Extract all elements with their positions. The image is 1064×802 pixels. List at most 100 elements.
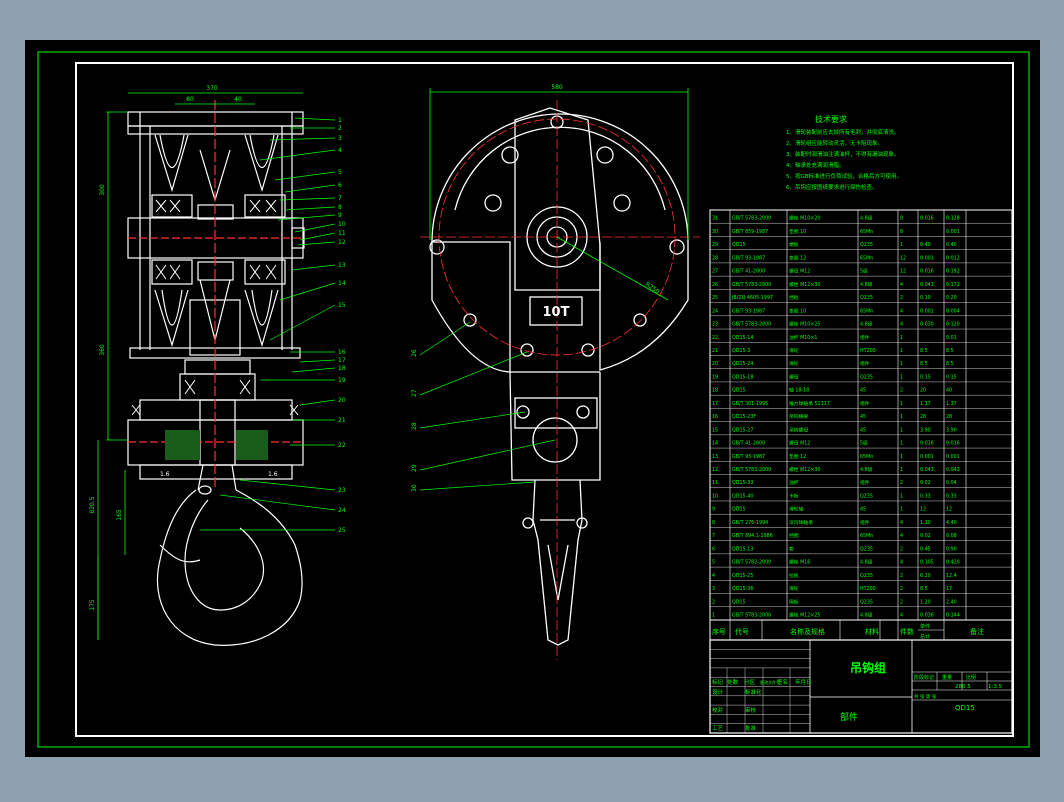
parts-cell: 4.40 xyxy=(946,520,957,526)
parts-cell: 滑轮 xyxy=(789,360,799,367)
parts-cell: 0.90 xyxy=(946,546,957,552)
parts-cell: 挡圈 xyxy=(789,532,799,539)
parts-cell: QD15-27 xyxy=(732,427,753,433)
parts-cell: 0.08 xyxy=(946,533,957,539)
parts-cell: 螺栓 M12×25 xyxy=(789,612,821,619)
parts-cell: GB/T 41-2000 xyxy=(732,441,765,447)
cad-window: 370 80 40 300 360 820.5 165 175 1.6 1.6 123456789… xyxy=(0,0,1064,798)
parts-cell: 25 xyxy=(712,295,718,301)
parts-cell: GB/T 93-1987 xyxy=(732,308,765,314)
stage-label: 比例 xyxy=(966,674,976,681)
parts-cell: 推力球轴承 51317 xyxy=(789,400,830,407)
parts-cell: 0.016 xyxy=(920,269,934,275)
parts-cell: 15 xyxy=(712,427,718,433)
part-number: 16 xyxy=(338,349,346,356)
part-number: 11 xyxy=(338,230,346,237)
parts-cell: 28 xyxy=(946,414,952,420)
title-block-label: 分区 xyxy=(744,678,756,686)
parts-cell: 1.20 xyxy=(920,599,931,605)
dimension-label: 300 xyxy=(99,184,106,196)
parts-cell: 4 xyxy=(900,560,903,566)
parts-cell: 螺栓 M16 xyxy=(789,559,810,566)
parts-cell: 0.10 xyxy=(920,295,931,301)
parts-cell: QD15 xyxy=(732,242,746,248)
parts-cell: 2 xyxy=(712,599,715,605)
parts-cell: 65Mn xyxy=(860,533,873,539)
parts-cell: 11 xyxy=(712,480,718,486)
parts-header-cell: 备注 xyxy=(970,627,984,636)
surface-mark: 1.6 xyxy=(268,471,278,478)
title-block-label: 批准 xyxy=(745,724,757,732)
parts-cell: Q235 xyxy=(860,573,873,579)
part-number: 24 xyxy=(338,507,346,514)
parts-cell: 垫圈 12 xyxy=(789,453,806,460)
parts-cell: QD15-13 xyxy=(732,546,753,552)
tech-req-line: 4、轴承处充满润滑脂。 xyxy=(786,161,845,169)
parts-cell: 8.5 xyxy=(920,361,928,367)
parts-cell: 30 xyxy=(712,229,718,235)
parts-cell: 45 xyxy=(860,388,866,394)
parts-cell: 吊钩螺母 xyxy=(789,426,808,433)
dimension-label: 165 xyxy=(116,509,123,521)
parts-cell: 0.04 xyxy=(946,480,957,486)
parts-cell: 隔板 xyxy=(789,598,799,605)
parts-cell: QD15-18 xyxy=(732,374,753,380)
parts-cell: GB/T 301-1995 xyxy=(732,401,768,407)
parts-cell: 65Mn xyxy=(860,308,873,314)
parts-cell: 1 xyxy=(900,414,903,420)
parts-cell: GB/T 5783-2000 xyxy=(732,216,771,222)
part-number: 28 xyxy=(411,422,418,430)
parts-cell: 4 xyxy=(900,322,903,328)
parts-cell: 4 xyxy=(900,308,903,314)
parts-cell: 0.004 xyxy=(946,308,960,314)
parts-cell: 0.45 xyxy=(920,546,931,552)
parts-cell: Q235 xyxy=(860,493,873,499)
parts-cell: 组件 xyxy=(860,519,870,526)
parts-cell: 0.192 xyxy=(946,269,960,275)
parts-cell: 螺栓 M10×20 xyxy=(789,215,821,222)
part-label: 部件 xyxy=(840,711,858,723)
parts-cell: 45 xyxy=(860,507,866,513)
parts-cell: 2.40 xyxy=(946,599,957,605)
part-number: 8 xyxy=(338,204,342,211)
parts-cell: 21 xyxy=(712,348,718,354)
parts-cell: 0.016 xyxy=(920,216,934,222)
part-number: 20 xyxy=(338,397,346,404)
parts-cell: 0.33 xyxy=(946,493,957,499)
parts-cell: 油杯 M10×1 xyxy=(789,334,817,341)
part-number: 12 xyxy=(338,239,346,246)
parts-cell: 1 xyxy=(900,348,903,354)
part-number: 21 xyxy=(338,417,346,424)
part-number: 15 xyxy=(338,302,346,309)
tech-req-line: 1、滑轮装配前应去掉所有毛刺，并彻底清洗。 xyxy=(786,128,900,136)
parts-cell: 螺栓 M12×30 xyxy=(789,281,821,288)
parts-cell: 12 xyxy=(900,255,906,261)
parts-cell: 31 xyxy=(712,216,718,222)
parts-cell: 9 xyxy=(712,507,715,513)
parts-cell: 螺母 xyxy=(789,373,799,380)
parts-cell: QD15-40 xyxy=(732,493,753,499)
parts-header-cell: 总计 xyxy=(920,633,930,640)
part-number: 23 xyxy=(338,487,346,494)
parts-cell: 组件 xyxy=(860,334,870,341)
parts-cell: 14 xyxy=(712,441,718,447)
parts-cell: 0.128 xyxy=(946,216,960,222)
surface-mark: 1.6 xyxy=(160,471,170,478)
parts-cell: 螺母 M12 xyxy=(789,268,810,275)
parts-cell: 吊钩横梁 xyxy=(789,413,808,420)
parts-cell: 1 xyxy=(900,507,903,513)
part-number: 13 xyxy=(338,262,346,269)
parts-cell: 17 xyxy=(712,401,718,407)
parts-cell: 0.001 xyxy=(946,454,960,460)
parts-cell: 深沟球轴承 xyxy=(789,519,813,526)
drawing-code: QD15 xyxy=(955,704,975,712)
parts-cell: 4 xyxy=(900,520,903,526)
weight-value: 280.5 xyxy=(955,684,971,690)
parts-cell: GB/T 93-1987 xyxy=(732,255,765,261)
parts-header-cell: 件数 xyxy=(900,627,914,636)
parts-cell: 滑轮 xyxy=(789,347,799,354)
tech-req-line: 6、吊钩应按图纸要求进行探伤检查。 xyxy=(786,183,878,191)
parts-cell: 6.20 xyxy=(920,573,931,579)
parts-cell: GB/T 93-1987 xyxy=(732,454,765,460)
parts-cell: GB/T 5783-2000 xyxy=(732,467,771,473)
